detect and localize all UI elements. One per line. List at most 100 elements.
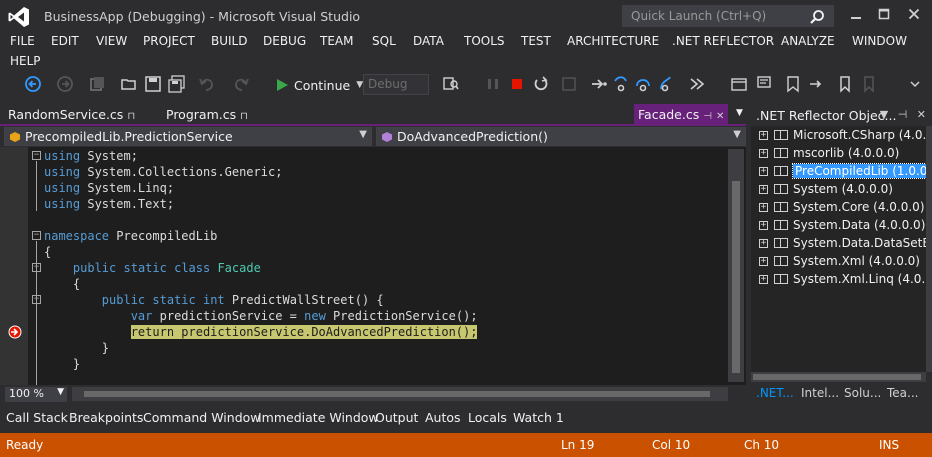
collapse-icon[interactable]: − xyxy=(32,231,41,240)
menu-help[interactable]: HELP xyxy=(10,54,41,68)
tab-randomservice[interactable]: RandomService.cs ⊓ xyxy=(8,107,135,122)
tab-call-stack[interactable]: Call Stack xyxy=(6,410,68,425)
stop-debugging-icon[interactable] xyxy=(508,75,526,93)
code-editor[interactable]: − − − − using System; using System.Colle… xyxy=(0,147,746,385)
indicator-margin[interactable] xyxy=(0,147,28,385)
menu-test[interactable]: TEST xyxy=(521,34,551,48)
menu-window[interactable]: WINDOW xyxy=(852,34,907,48)
tree-item[interactable]: + System.Data (4.0.0.0) xyxy=(759,216,925,234)
undo-icon[interactable] xyxy=(198,75,216,93)
tree-item[interactable]: + mscorlib (4.0.0.0) xyxy=(759,144,899,162)
step-over-icon[interactable] xyxy=(634,75,652,93)
collapse-icon[interactable]: − xyxy=(32,151,41,160)
menu-data[interactable]: DATA xyxy=(413,34,444,48)
solution-config-combo[interactable]: Debug xyxy=(363,74,429,95)
tab-solution-explorer[interactable]: Solu... xyxy=(844,386,881,400)
expand-icon[interactable]: + xyxy=(759,166,768,176)
menu-build[interactable]: BUILD xyxy=(211,34,247,48)
menu-project[interactable]: PROJECT xyxy=(143,34,195,48)
menu-team[interactable]: TEAM xyxy=(320,34,353,48)
bookmark-next-icon[interactable] xyxy=(808,75,826,93)
editor-vertical-scrollbar[interactable] xyxy=(728,149,744,382)
pin-icon[interactable]: ⊣ xyxy=(898,108,908,121)
collapse-icon[interactable]: − xyxy=(32,263,41,272)
expand-icon[interactable]: + xyxy=(759,274,768,284)
bookmark-icon[interactable] xyxy=(836,75,854,93)
menu-file[interactable]: FILE xyxy=(10,34,35,48)
open-file-icon[interactable] xyxy=(120,75,138,93)
collapse-icon[interactable]: − xyxy=(32,295,41,304)
bookmark-clear-icon[interactable] xyxy=(862,75,880,93)
step-out-icon[interactable] xyxy=(656,75,674,93)
show-threads-icon[interactable] xyxy=(730,75,748,93)
attach-icon[interactable] xyxy=(560,75,578,93)
menu-debug[interactable]: DEBUG xyxy=(263,34,306,48)
search-icon[interactable] xyxy=(809,9,825,25)
navigate-back-icon[interactable] xyxy=(24,75,42,93)
type-combo[interactable]: PrecompiledLib.PredictionService ▼ xyxy=(4,127,372,146)
scroll-thumb[interactable] xyxy=(732,181,740,373)
expand-icon[interactable]: + xyxy=(759,220,768,230)
menu-analyze[interactable]: ANALYZE xyxy=(781,34,835,48)
menu-architecture[interactable]: ARCHITECTURE xyxy=(567,34,659,48)
expand-icon[interactable]: + xyxy=(759,184,768,194)
tree-item[interactable]: +System.Xml.Linq (4.0.0.0) xyxy=(759,270,926,288)
expand-icon[interactable]: + xyxy=(759,202,768,212)
close-window-button[interactable] xyxy=(904,6,924,26)
tab-team-explorer[interactable]: Tea... xyxy=(887,386,918,400)
chevron-down-icon[interactable]: ▼ xyxy=(880,108,888,121)
member-combo[interactable]: DoAdvancedPrediction() ▼ xyxy=(376,127,746,146)
close-icon[interactable]: ✕ xyxy=(917,108,926,121)
expand-icon[interactable]: + xyxy=(759,130,768,140)
scroll-thumb[interactable] xyxy=(753,374,921,380)
maximize-button[interactable] xyxy=(874,6,894,26)
tab-locals[interactable]: Locals xyxy=(468,410,507,425)
menu-view[interactable]: VIEW xyxy=(96,34,127,48)
tab-dropdown-icon[interactable]: ▼ xyxy=(736,108,743,118)
tree-item[interactable]: + System.Core (4.0.0.0) xyxy=(759,198,925,216)
save-all-icon[interactable] xyxy=(168,75,186,93)
step-into-icon[interactable] xyxy=(612,75,630,93)
editor-horizontal-scrollbar[interactable] xyxy=(72,387,728,401)
expand-icon[interactable]: + xyxy=(759,256,768,266)
tab-autos[interactable]: Autos xyxy=(425,410,461,425)
tab-net-reflector[interactable]: .NET... xyxy=(756,386,794,400)
tree-item[interactable]: +System.Data.DataSetExte xyxy=(759,234,926,252)
menu-tools[interactable]: TOOLS xyxy=(464,34,505,48)
find-in-files-icon[interactable] xyxy=(442,75,460,93)
tree-item[interactable]: + System.Xml (4.0.0.0) xyxy=(759,252,920,270)
tree-item[interactable]: +Microsoft.CSharp (4.0.0.0) xyxy=(759,126,926,144)
show-next-statement-icon[interactable] xyxy=(590,75,608,93)
redo-icon[interactable] xyxy=(232,75,250,93)
menu-edit[interactable]: EDIT xyxy=(51,34,79,48)
minimize-button[interactable] xyxy=(846,6,866,26)
tree-vertical-scrollbar[interactable] xyxy=(926,126,932,372)
expand-icon[interactable]: + xyxy=(759,148,768,158)
tree-item-selected[interactable]: +PreCompiledLib (1.0.0.0) xyxy=(759,162,926,180)
save-icon[interactable] xyxy=(144,75,162,93)
comment-icon[interactable] xyxy=(756,75,774,93)
tab-command-window[interactable]: Command Window xyxy=(143,410,261,425)
navigate-forward-icon[interactable] xyxy=(56,75,74,93)
bookmark-prev-icon[interactable] xyxy=(784,75,802,93)
tree-item[interactable]: + System (4.0.0.0) xyxy=(759,180,893,198)
tab-breakpoints[interactable]: Breakpoints xyxy=(69,410,143,425)
expand-icon[interactable]: + xyxy=(759,238,768,248)
tab-output[interactable]: Output xyxy=(375,410,418,425)
pin-icon[interactable]: ⊣ xyxy=(703,111,712,122)
zoom-combo[interactable]: 100 % ▼ xyxy=(5,387,67,402)
tab-immediate-window[interactable]: Immediate Window xyxy=(258,410,379,425)
continue-button[interactable]: Continue ▼ xyxy=(274,74,363,96)
break-all-icon[interactable] xyxy=(484,75,502,93)
close-tab-icon[interactable]: ✕ xyxy=(716,111,724,122)
tab-facade[interactable]: Facade.cs ⊣ ✕ xyxy=(634,104,729,126)
menu-sql[interactable]: SQL xyxy=(372,34,396,48)
quick-launch-input[interactable]: Quick Launch (Ctrl+Q) xyxy=(622,5,834,27)
tab-program[interactable]: Program.cs ⊓ xyxy=(166,107,248,122)
tab-intellitrace[interactable]: Intel... xyxy=(801,386,839,400)
restart-icon[interactable] xyxy=(532,75,550,93)
menu-net-reflector[interactable]: .NET REFLECTOR xyxy=(672,34,774,48)
toolbar-options-icon[interactable] xyxy=(906,75,924,93)
tree-horizontal-scrollbar[interactable] xyxy=(751,372,926,382)
new-project-icon[interactable] xyxy=(88,75,106,93)
